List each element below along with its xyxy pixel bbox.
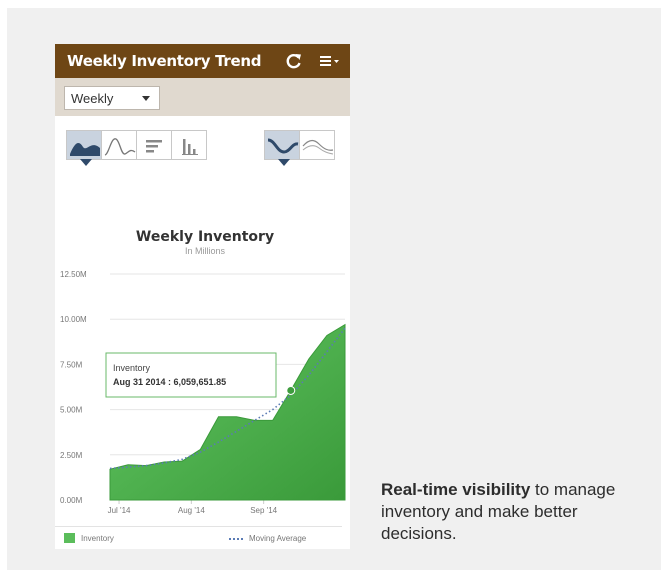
y-tick-label: 12.50M	[60, 270, 87, 279]
y-tick-label: 0.00M	[60, 496, 83, 505]
area-chart-icon	[70, 142, 100, 156]
tooltip-series: Inventory	[113, 363, 151, 373]
chart-title: Weekly Inventory	[136, 229, 274, 245]
tooltip-box	[105, 352, 277, 398]
x-tick-label: Jul '14	[108, 506, 131, 515]
tooltip-value: Aug 31 2014 : 6,059,651.85	[113, 377, 226, 387]
legend-swatch-moving-average	[229, 538, 243, 540]
tooltip: Inventory Aug 31 2014 : 6,059,651.85	[105, 352, 277, 398]
line-chart-button[interactable]	[101, 130, 137, 160]
line-trend-button[interactable]	[299, 130, 335, 160]
chart-subtitle: In Millions	[185, 246, 226, 256]
filled-trend-button[interactable]	[264, 130, 300, 166]
inventory-chart: Weekly Inventory In Millions 0.00M 2.50M 5…	[60, 229, 346, 515]
x-tick-label: Sep '14	[250, 506, 277, 515]
filled-trend-icon	[267, 138, 299, 154]
line-chart-icon	[104, 138, 136, 156]
column-chart-icon	[182, 139, 198, 155]
filter-bar: Weekly	[55, 78, 350, 116]
tooltip-marker[interactable]	[286, 385, 296, 395]
active-pointer	[278, 159, 290, 166]
y-tick-label: 2.50M	[60, 451, 83, 460]
legend-item-moving-average[interactable]: Moving Average	[249, 534, 306, 543]
horizontal-bar-chart-button[interactable]	[136, 130, 172, 160]
column-chart-button[interactable]	[171, 130, 207, 160]
mobile-app-panel: Weekly Inventory Trend Weekly Weekly Inv…	[55, 44, 350, 549]
app-header: Weekly Inventory Trend	[55, 44, 350, 78]
y-tick-label: 5.00M	[60, 406, 83, 415]
x-tick-label: Aug '14	[178, 506, 205, 515]
chevron-down-icon	[142, 96, 150, 101]
area-chart-button[interactable]	[66, 130, 102, 166]
line-trend-icon	[302, 139, 334, 155]
inventory-area	[109, 323, 346, 501]
y-tick-label: 10.00M	[60, 315, 87, 324]
legend-swatch-inventory	[64, 533, 75, 543]
refresh-icon[interactable]	[284, 51, 304, 71]
chart-legend: Inventory Moving Average	[55, 526, 342, 549]
horizontal-bar-chart-icon	[146, 140, 162, 153]
y-tick-label: 7.50M	[60, 360, 83, 369]
active-pointer	[80, 159, 92, 166]
period-select[interactable]: Weekly	[64, 86, 160, 110]
legend-item-inventory[interactable]: Inventory	[81, 534, 114, 543]
hamburger-menu-icon[interactable]	[317, 53, 343, 69]
period-select-value: Weekly	[71, 91, 114, 106]
app-title: Weekly Inventory Trend	[67, 52, 262, 70]
marketing-caption: Real-time visibility to manage inventory…	[381, 479, 641, 545]
caption-bold: Real-time visibility	[381, 480, 531, 499]
